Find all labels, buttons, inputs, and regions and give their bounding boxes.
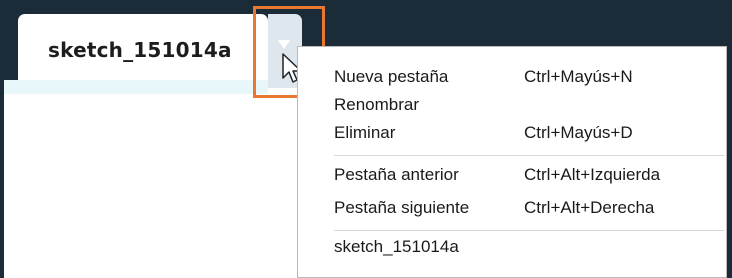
shortcut-pestana-anterior: Ctrl+Alt+Izquierda — [524, 165, 661, 184]
menu-item-eliminar[interactable]: Eliminar — [334, 123, 395, 145]
menu-separator — [334, 230, 724, 231]
menu-item-renombrar[interactable]: Renombrar — [334, 95, 419, 117]
shortcut-nueva-pestana: Ctrl+Mayús+N — [524, 67, 633, 86]
shortcut-pestana-siguiente: Ctrl+Alt+Derecha — [524, 198, 655, 217]
tab-sketch[interactable]: sketch_151014a — [18, 14, 268, 88]
window-right-border — [727, 0, 732, 278]
tab-label: sketch_151014a — [48, 38, 232, 62]
menu-item-pestana-anterior[interactable]: Pestaña anterior — [334, 165, 459, 187]
shortcut-eliminar: Ctrl+Mayús+D — [524, 123, 633, 142]
tab-context-menu: Nueva pestaña Ctrl+Mayús+N Renombrar Eli… — [297, 46, 727, 278]
menu-item-sketch[interactable]: sketch_151014a — [334, 237, 459, 259]
tab-underline — [4, 80, 268, 94]
menu-separator — [334, 155, 724, 156]
menu-item-pestana-siguiente[interactable]: Pestaña siguiente — [334, 198, 469, 220]
menu-item-nueva-pestana[interactable]: Nueva pestaña — [334, 67, 448, 89]
